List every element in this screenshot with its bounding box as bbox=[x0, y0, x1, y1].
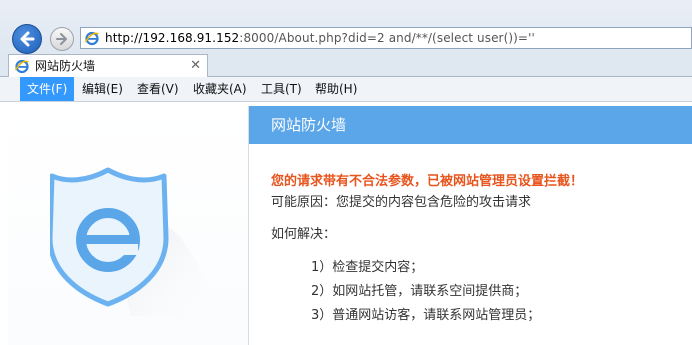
tab-title: 网站防火墙 bbox=[35, 59, 96, 73]
howto-heading: 如何解决： bbox=[271, 227, 337, 242]
url-host: http://192.168.91.152 bbox=[105, 31, 240, 45]
back-arrow-icon bbox=[20, 31, 35, 47]
page-content: 网站防火墙 您的请求带有不合法参数，已被网站管理员设置拦截！ 可能原因：您提交的… bbox=[0, 102, 692, 345]
url-path: :8000/About.php?did=2 and/**/(select use… bbox=[239, 31, 535, 45]
address-bar-row: http://192.168.91.152:8000/About.php?did… bbox=[0, 0, 692, 54]
tab-strip: 网站防火墙 ✕ bbox=[0, 54, 692, 77]
tab-active[interactable]: 网站防火墙 ✕ bbox=[8, 54, 208, 77]
ie-page-icon bbox=[14, 59, 29, 74]
reason-text: 可能原因：您提交的内容包含危险的攻击请求 bbox=[271, 195, 532, 210]
address-input[interactable]: http://192.168.91.152:8000/About.php?did… bbox=[80, 27, 692, 49]
panel-title: 网站防火墙 bbox=[271, 116, 347, 134]
menu-file[interactable]: 文件(F) bbox=[20, 77, 75, 101]
message-panel: 网站防火墙 您的请求带有不合法参数，已被网站管理员设置拦截！ 可能原因：您提交的… bbox=[249, 106, 692, 345]
ie-page-icon bbox=[84, 31, 99, 46]
shield-e-logo-icon bbox=[50, 167, 230, 316]
close-tab-icon[interactable]: ✕ bbox=[190, 58, 201, 74]
logo-panel bbox=[8, 106, 248, 345]
list-item: 1）检查提交内容； bbox=[311, 260, 424, 275]
back-button[interactable] bbox=[12, 24, 42, 54]
forward-arrow-icon bbox=[56, 33, 67, 45]
menu-edit[interactable]: 编辑(E) bbox=[75, 77, 130, 101]
solution-list: 1）检查提交内容； 2）如网站托管，请联系空间提供商； 3）普通网站访客，请联系… bbox=[311, 256, 540, 328]
menu-bar: 文件(F) 编辑(E) 查看(V) 收藏夹(A) 工具(T) 帮助(H) bbox=[0, 77, 692, 102]
menu-tools[interactable]: 工具(T) bbox=[254, 77, 309, 101]
warning-message: 您的请求带有不合法参数，已被网站管理员设置拦截！ bbox=[271, 174, 584, 189]
list-item: 3）普通网站访客，请联系网站管理员； bbox=[311, 308, 541, 323]
list-item: 2）如网站托管，请联系空间提供商； bbox=[311, 284, 528, 299]
menu-favorites[interactable]: 收藏夹(A) bbox=[186, 77, 254, 101]
menu-help[interactable]: 帮助(H) bbox=[308, 77, 364, 101]
panel-header: 网站防火墙 bbox=[249, 106, 692, 144]
forward-button[interactable] bbox=[50, 27, 74, 51]
url-text: http://192.168.91.152:8000/About.php?did… bbox=[105, 30, 535, 46]
menu-view[interactable]: 查看(V) bbox=[130, 77, 186, 101]
